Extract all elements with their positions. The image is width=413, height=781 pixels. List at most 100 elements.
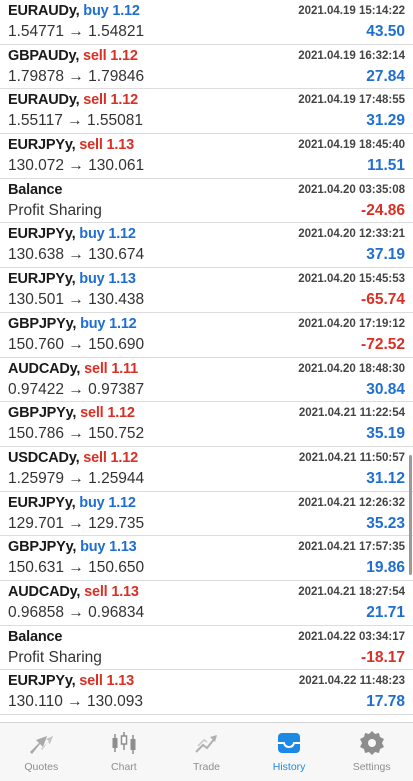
deal-profit: 35.23 [366,514,405,532]
deal-side: sell [84,360,108,377]
deal-row[interactable]: EURJPYy, sell 1.13 130.072 → 130.061 2021.… [0,134,413,179]
deal-lots: 1.12 [108,226,136,243]
deal-side: buy [79,271,105,288]
deal-time: 2021.04.20 12:33:21 [298,228,405,241]
deal-symbol: EURJPYy, [8,494,76,511]
deal-title: AUDCADy, sell 1.11 [8,361,138,377]
deal-prices: 150.631 → 150.650 [8,559,145,577]
tab-label: Trade [192,761,220,773]
deal-side: sell [84,583,108,600]
deal-row[interactable]: GBPJPYy, buy 1.12 150.760 → 150.690 2021.0… [0,313,413,358]
deal-side: sell [83,47,107,64]
deal-row[interactable]: Balance Profit Sharing 2021.04.20 03:35:08… [0,179,413,224]
deal-lots: 1.13 [106,137,135,154]
tab-history[interactable]: History [248,723,331,781]
history-icon [278,733,301,753]
deal-profit: 37.19 [366,246,405,264]
deal-time: 2021.04.20 18:48:30 [298,362,405,375]
deal-symbol: GBPJPYy, [8,539,77,556]
deal-lots: 1.13 [108,271,136,288]
deal-title: EURJPYy, buy 1.13 [8,271,136,287]
tab-quotes[interactable]: Quotes [0,723,83,781]
deal-symbol: USDCADy, [8,449,80,466]
deal-row[interactable]: GBPJPYy, sell 1.12 150.786 → 150.752 2021.… [0,402,413,447]
deal-prices: 130.638 → 130.674 [8,246,145,264]
deal-row[interactable]: GBPJPYy, buy 1.13 150.631 → 150.650 2021.0… [0,536,413,581]
deal-prices: 0.97422 → 0.97387 [8,380,145,398]
deal-prices: 1.25979 → 1.25944 [8,469,145,487]
deal-lots: 1.13 [106,673,135,690]
deal-profit: 17.78 [366,693,405,711]
deal-title: EURAUDy, sell 1.12 [8,92,138,108]
deal-time: 2021.04.20 03:35:08 [298,183,405,196]
deal-side: sell [79,137,103,154]
tab-chart[interactable]: Chart [83,723,166,781]
deal-side: sell [83,92,107,109]
trade-icon [195,735,218,753]
deal-title: GBPAUDy, sell 1.12 [8,48,138,64]
deal-prices: Profit Sharing [8,648,102,666]
deal-symbol: EURJPYy, [8,226,76,243]
deal-time: 2021.04.21 11:50:57 [298,451,405,464]
deal-row[interactable]: EURJPYy, buy 1.12 130.638 → 130.674 2021.0… [0,223,413,269]
deal-history-list[interactable]: EURAUDy, buy 1.12 1.54771 → 1.54821 2021.0… [0,0,413,722]
deal-profit: 35.19 [366,425,405,443]
deal-time: 2021.04.20 17:19:12 [298,317,405,330]
deal-side: sell [80,405,104,422]
deal-title: GBPJPYy, buy 1.12 [8,316,137,332]
deal-time: 2021.04.21 12:26:32 [298,496,405,509]
deal-profit: 30.84 [366,380,405,398]
deal-prices: 130.072 → 130.061 [8,157,145,175]
deal-side: buy [80,539,106,556]
deal-time: 2021.04.19 17:48:55 [298,94,405,107]
deal-time: 2021.04.22 11:48:23 [298,675,405,688]
deal-title: EURJPYy, sell 1.13 [8,137,134,153]
chart-icon [112,732,136,754]
deal-title: Balance [8,182,62,198]
deal-symbol: AUDCADy, [8,360,81,377]
deal-row[interactable]: EURJPYy, sell 1.13 130.110 → 130.093 2021.… [0,670,413,715]
deal-title: AUDCADy, sell 1.13 [8,584,139,600]
deal-row[interactable]: EURAUDy, sell 1.12 1.55117 → 1.55081 2021.… [0,89,413,135]
deal-lots: 1.12 [112,3,140,19]
deal-time: 2021.04.20 15:45:53 [298,273,405,286]
scrollbar[interactable] [409,455,412,575]
deal-row[interactable]: GBPAUDy, sell 1.12 1.79878 → 1.79846 2021.… [0,45,413,90]
deal-prices: 0.96858 → 0.96834 [8,603,145,621]
deal-lots: 1.13 [109,539,137,556]
deal-row[interactable]: EURJPYy, buy 1.13 130.501 → 130.438 2021.0… [0,268,413,313]
deal-lots: 1.12 [110,449,139,466]
deal-row[interactable]: EURJPYy, buy 1.12 129.701 → 129.735 2021.0… [0,492,413,537]
deal-time: 2021.04.22 03:34:17 [298,630,405,643]
deal-row[interactable]: Balance Profit Sharing 2021.04.22 03:34:17… [0,626,413,671]
deal-prices: 1.55117 → 1.55081 [8,112,144,130]
deal-lots: 1.12 [109,315,137,332]
deal-title: GBPJPYy, buy 1.13 [8,539,137,555]
tab-settings[interactable]: Settings [330,723,413,781]
deal-time: 2021.04.19 15:14:22 [298,5,405,17]
deal-row[interactable]: AUDCADy, sell 1.13 0.96858 → 0.96834 2021.… [0,581,413,626]
deal-prices: 129.701 → 129.735 [8,514,145,532]
deal-symbol: EURAUDy, [8,3,80,19]
deal-symbol: EURAUDy, [8,92,80,109]
deal-symbol: GBPJPYy, [8,315,77,332]
deal-lots: 1.11 [111,360,138,377]
deal-prices: 130.501 → 130.438 [8,291,145,309]
deal-time: 2021.04.21 17:57:35 [298,541,405,554]
deal-symbol: AUDCADy, [8,583,81,600]
deal-symbol: GBPJPYy, [8,405,77,422]
deal-lots: 1.12 [110,92,139,109]
deal-side: buy [79,226,105,243]
deal-time: 2021.04.21 18:27:54 [298,585,405,598]
tab-trade[interactable]: Trade [165,723,248,781]
deal-row[interactable]: AUDCADy, sell 1.11 0.97422 → 0.97387 2021.… [0,358,413,403]
deal-row[interactable]: USDCADy, sell 1.12 1.25979 → 1.25944 2021.… [0,447,413,492]
tab-label: Settings [352,761,391,773]
deal-symbol: EURJPYy, [8,673,76,690]
deal-prices: 1.54771 → 1.54821 [8,23,145,40]
deal-profit: -24.86 [361,201,405,219]
deal-profit: 43.50 [366,23,405,40]
deal-row[interactable]: EURAUDy, buy 1.12 1.54771 → 1.54821 2021.0… [0,0,413,45]
deal-prices: 130.110 → 130.093 [8,693,144,711]
settings-icon [359,731,384,755]
